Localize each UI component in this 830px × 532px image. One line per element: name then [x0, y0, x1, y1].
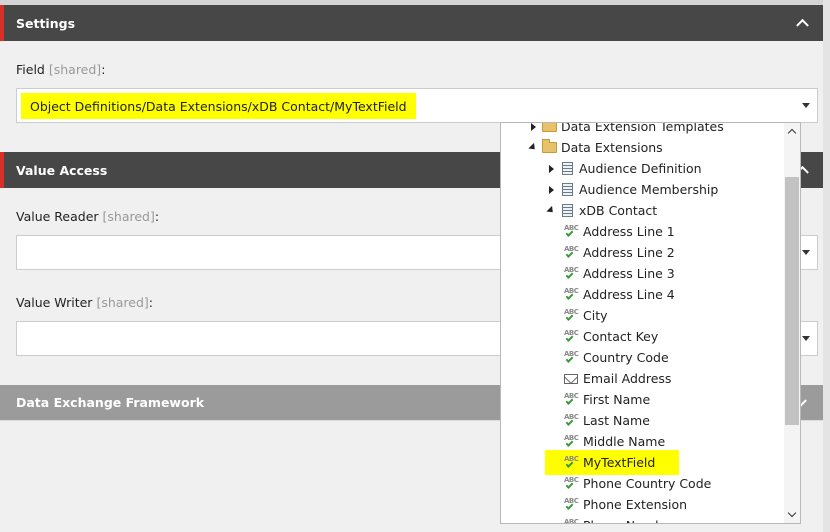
text-field-icon: ABC — [563, 350, 579, 366]
tree-item[interactable]: ABC Address Line 2 — [563, 242, 675, 263]
text-field-icon: ABC — [563, 266, 579, 282]
tree-item-label: Contact Key — [583, 329, 659, 344]
shared-tag: [shared] — [96, 295, 149, 310]
tree-item[interactable]: xDB Contact — [545, 200, 657, 221]
tree-item[interactable]: ABC Middle Name — [563, 431, 665, 452]
field-tree-dropdown[interactable]: Data Extension Templates Data Extensions A… — [500, 122, 801, 524]
tree-item[interactable]: ABC MyTextField — [545, 450, 680, 475]
tree-item-label: Data Extensions — [561, 140, 663, 155]
text-field-icon: ABC — [563, 518, 579, 523]
tree-item[interactable]: ABC City — [563, 305, 608, 326]
value-access-title: Value Access — [16, 162, 108, 178]
text-field-icon: ABC — [563, 476, 579, 492]
tree-item-label: Address Line 3 — [583, 266, 675, 281]
collapsed-arrow-icon[interactable] — [545, 158, 557, 179]
tree-item[interactable]: ABC Phone Extension — [563, 494, 687, 515]
tree-item[interactable]: ABC Contact Key — [563, 326, 658, 347]
tree-item-label: First Name — [583, 392, 651, 407]
tree-item[interactable]: ABC Last Name — [563, 410, 650, 431]
tree-item[interactable]: Audience Definition — [545, 158, 702, 179]
value-reader-label: Value Reader [shared]: — [16, 209, 160, 224]
field-select[interactable]: Object Definitions/Data Extensions/xDB C… — [16, 88, 818, 123]
tree-item[interactable]: ABC Address Line 1 — [563, 221, 675, 242]
shared-tag: [shared] — [48, 62, 102, 77]
tree-item[interactable]: ABC First Name — [563, 389, 650, 410]
tree-item-label: Middle Name — [583, 434, 666, 449]
tree-item[interactable]: ABC Phone Country Code — [563, 473, 711, 494]
shared-tag: [shared] — [102, 209, 155, 224]
text-field-icon: ABC — [563, 224, 579, 240]
tree-item[interactable]: Data Extension Templates — [527, 122, 724, 137]
data-exchange-title: Data Exchange Framework — [16, 395, 205, 410]
text-field-icon: ABC — [563, 245, 579, 261]
scrollbar-thumb[interactable] — [785, 177, 799, 425]
tree-item-label: Email Address — [583, 371, 672, 386]
text-field-icon: ABC — [563, 329, 579, 345]
collapsed-arrow-icon[interactable] — [545, 179, 557, 200]
tree-item[interactable]: Audience Membership — [545, 179, 718, 200]
expanded-arrow-icon[interactable] — [545, 200, 557, 221]
tree-item[interactable]: Data Extensions — [527, 137, 663, 158]
settings-title: Settings — [16, 15, 76, 31]
tree-item-label: Last Name — [583, 413, 650, 428]
template-icon — [559, 203, 575, 219]
tree-item-label: Country Code — [583, 350, 669, 365]
tree-item-label: Address Line 4 — [583, 287, 675, 302]
page-scrollbar[interactable] — [823, 0, 830, 532]
field-selected-value: Object Definitions/Data Extensions/xDB C… — [21, 93, 416, 119]
value-writer-label: Value Writer [shared]: — [16, 295, 153, 310]
scroll-down-button[interactable] — [784, 507, 800, 523]
collapse-icon[interactable] — [796, 18, 809, 32]
tree-item[interactable]: ABC Phone Number — [563, 515, 676, 523]
text-field-icon: ABC — [563, 434, 579, 450]
dropdown-scrollbar[interactable] — [784, 123, 800, 523]
dropdown-arrow-icon[interactable] — [795, 89, 817, 122]
tree-item[interactable]: ABC Address Line 3 — [563, 263, 675, 284]
tree-item[interactable]: ABC Country Code — [563, 347, 669, 368]
settings-section-header[interactable]: Settings — [0, 5, 823, 41]
expanded-arrow-icon[interactable] — [527, 137, 539, 158]
template-icon — [559, 182, 575, 198]
tree-item-label: xDB Contact — [579, 203, 658, 218]
tree-item-label: Address Line 2 — [583, 245, 675, 260]
template-icon — [559, 161, 575, 177]
tree-item[interactable]: ABC Address Line 4 — [563, 284, 675, 305]
folder-icon — [541, 139, 557, 156]
folder-icon — [541, 123, 557, 135]
tree-item-label: Phone Number — [583, 518, 676, 523]
scroll-up-button[interactable] — [784, 123, 800, 139]
text-field-icon: ABC — [563, 392, 579, 408]
text-field-icon: ABC — [563, 308, 579, 324]
field-label: Field [shared]: — [16, 62, 106, 77]
tree-item-label: Phone Country Code — [583, 476, 712, 491]
tree-item-label: MyTextField — [583, 455, 656, 470]
tree-item-label: Address Line 1 — [583, 224, 675, 239]
tree-item-label: Audience Definition — [579, 161, 702, 176]
text-field-icon: ABC — [563, 287, 579, 303]
tree-item-label: Audience Membership — [579, 182, 719, 197]
text-field-icon: ABC — [563, 413, 579, 429]
collapsed-arrow-icon[interactable] — [527, 123, 539, 137]
tree-item-label: Data Extension Templates — [561, 122, 724, 134]
tree-item[interactable]: Email Address — [563, 368, 671, 389]
email-icon — [563, 371, 579, 387]
tree-item-label: Phone Extension — [583, 497, 688, 512]
text-field-icon: ABC — [563, 497, 579, 513]
tree-item-label: City — [583, 308, 608, 323]
text-field-icon: ABC — [563, 455, 579, 471]
